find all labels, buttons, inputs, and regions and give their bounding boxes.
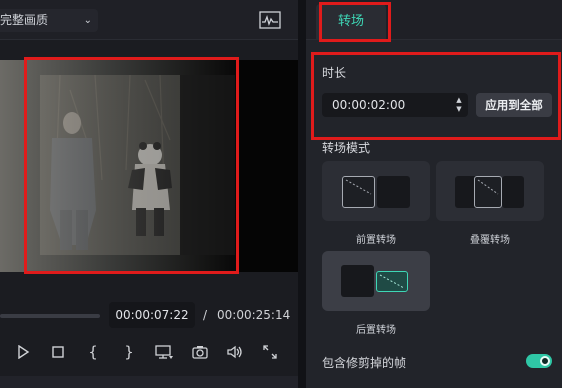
quality-label: 完整画质: [0, 13, 49, 27]
highlight-tab: [319, 2, 391, 42]
time-separator: /: [203, 308, 208, 322]
waveform-icon[interactable]: [259, 11, 281, 29]
thumb-overlap: [474, 176, 502, 208]
highlight-preview: [24, 57, 239, 274]
preview-toolbar: 完整画质 ⌄: [0, 0, 298, 40]
mode-card-overlap[interactable]: [436, 161, 544, 221]
playback-controls: { }: [0, 338, 298, 366]
current-time: 00:00:07:22: [109, 302, 195, 328]
mode-title: 转场模式: [322, 141, 371, 155]
snapshot-icon[interactable]: [191, 338, 209, 366]
thumb-to: [502, 176, 524, 208]
stop-icon[interactable]: [49, 338, 67, 366]
toggle-knob: [540, 356, 550, 366]
thumb-from: [342, 176, 375, 208]
mode-label-prefix: 前置转场: [356, 235, 396, 246]
mode-card-prefix[interactable]: [322, 161, 430, 221]
mode-label-overlap: 叠覆转场: [470, 235, 510, 246]
thumb-to: [377, 176, 410, 208]
play-icon[interactable]: [14, 338, 32, 366]
chevron-down-icon: ⌄: [83, 15, 92, 26]
lower-panel-edge: [0, 376, 298, 388]
highlight-duration: [311, 52, 561, 140]
playback-progress-bar[interactable]: [0, 314, 100, 318]
mark-out-icon[interactable]: }: [120, 338, 138, 366]
total-time: 00:00:25:14: [217, 308, 291, 322]
include-trimmed-toggle[interactable]: [526, 354, 552, 368]
mode-card-postfix[interactable]: [322, 251, 430, 311]
mode-label-postfix: 后置转场: [356, 325, 396, 336]
thumb-from: [341, 265, 374, 297]
mark-in-icon[interactable]: {: [84, 338, 102, 366]
thumb-to: [376, 271, 408, 292]
include-trimmed-label: 包含修剪掉的帧: [322, 356, 407, 370]
volume-icon[interactable]: [226, 338, 244, 366]
display-mode-icon[interactable]: [154, 338, 174, 366]
quality-dropdown[interactable]: 完整画质 ⌄: [0, 9, 98, 32]
fullscreen-icon[interactable]: [261, 338, 279, 366]
